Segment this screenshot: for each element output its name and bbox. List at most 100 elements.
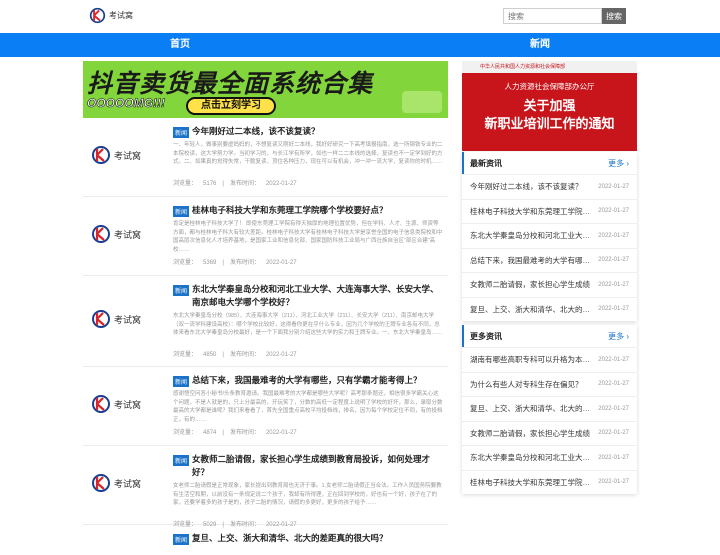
- news-title[interactable]: 湖南有哪些高职专科可以升格为本科？: [470, 354, 592, 365]
- banner-decoration: [402, 91, 442, 113]
- news-row[interactable]: 复旦、上交、浙大和清华、北大的差距真的很大吗？ 2022-01-27: [462, 396, 637, 421]
- article-title[interactable]: 今年刚好过二本线，该不该复读？: [192, 125, 320, 138]
- article-meta: 浏览量： 5369 | 发布时间： 2022-01-27: [173, 257, 443, 266]
- news-row[interactable]: 湖南有哪些高职专科可以升格为本科？ 2022-01-27: [462, 347, 637, 372]
- search-button[interactable]: 搜索: [602, 8, 626, 24]
- meta-divider: |: [222, 181, 224, 187]
- article-thumbnail[interactable]: 考试窝: [91, 304, 151, 334]
- news-row[interactable]: 东北大学秦皇岛分校和河北工业大学哪个学校好？ 2022-01-27: [462, 223, 637, 248]
- news-title[interactable]: 女教师二胎请假，家长担心学生成绩: [470, 279, 592, 290]
- thumbnail-text: 考试窝: [114, 150, 142, 161]
- news-date: 2022-01-27: [598, 454, 629, 461]
- thumbnail-text: 考试窝: [114, 478, 142, 489]
- article-thumbnail[interactable]: 考试窝: [91, 140, 151, 170]
- views-count: 5176: [203, 181, 217, 187]
- more-link[interactable]: 更多 ›: [608, 158, 629, 169]
- news-row[interactable]: 桂林电子科技大学和东莞理工学院哪个学校要好点？ 2022-01-27: [462, 469, 637, 495]
- views-label: 浏览量：: [173, 181, 198, 187]
- news-date: 2022-01-27: [598, 381, 629, 388]
- news-date: 2022-01-27: [598, 232, 629, 239]
- news-row[interactable]: 桂林电子科技大学和东莞理工学院哪个学校要好点？ 2022-01-27: [462, 198, 637, 224]
- category-badge: 新闻: [173, 285, 190, 296]
- banner-tagline: OOOOOMG!!!: [87, 96, 166, 111]
- banner-org: 中华人民共和国人力资源和社会保障部: [462, 61, 637, 73]
- banner-headline-2: 新职业培训工作的通知: [484, 116, 615, 131]
- news-title[interactable]: 今年刚好过二本线，该不该复读？: [470, 181, 592, 192]
- banner-cta-button[interactable]: 点击立刻学习: [186, 97, 276, 115]
- news-title[interactable]: 桂林电子科技大学和东莞理工学院哪个学校要好点？: [470, 206, 592, 217]
- article-item[interactable]: 考试窝 新闻 总结下来，我国最难考的大学有哪些，只有学霸才能考得上？ 感谢悟空问…: [83, 367, 448, 446]
- news-row[interactable]: 总结下来，我国最难考的大学有哪些？ 2022-01-27: [462, 247, 637, 273]
- news-date: 2022-01-27: [598, 356, 629, 363]
- views-label: 浏览量：: [173, 352, 198, 358]
- logo-icon: [91, 145, 111, 165]
- news-title[interactable]: 复旦、上交、浙大和清华、北大的差距真的很大吗？: [470, 403, 592, 414]
- publish-date: 2022-01-27: [265, 352, 297, 358]
- category-badge: 新闻: [173, 206, 190, 217]
- article-title[interactable]: 总结下来，我国最难考的大学有哪些，只有学霸才能考得上？: [192, 374, 422, 387]
- nav-item-news[interactable]: 新闻: [360, 33, 720, 57]
- news-title[interactable]: 女教师二胎请假，家长担心学生成绩: [470, 428, 592, 439]
- article-meta: 浏览量： 4874 | 发布时间： 2022-01-27: [173, 427, 443, 436]
- banner-headline-1: 关于加强: [523, 98, 576, 113]
- date-label: 发布时间：: [229, 352, 260, 358]
- article-title[interactable]: 桂林电子科技大学和东莞理工学院哪个学校要好点？: [192, 204, 388, 217]
- top-bar: 考试窝 搜索: [0, 0, 720, 33]
- news-row[interactable]: 复旦、上交、浙大和清华、北大的差距真的很大吗？ 2022-01-27: [462, 296, 637, 322]
- views-count: 4850: [203, 352, 217, 358]
- news-title[interactable]: 东北大学秦皇岛分校和河北工业大学哪个学校好？: [470, 230, 592, 241]
- article-item[interactable]: 考试窝 新闻 今年刚好过二本线，该不该复读？ 一、年轻人，做事别要虚妈妈的，不想…: [83, 118, 448, 197]
- news-date: 2022-01-27: [598, 208, 629, 215]
- search-input[interactable]: [503, 8, 602, 24]
- article-item[interactable]: 考试窝 新闻 东北大学秦皇岛分校和河北工业大学、大连海事大学、长安大学、南京邮电…: [83, 276, 448, 367]
- article-thumbnail[interactable]: 考试窝: [91, 389, 151, 419]
- news-row[interactable]: 为什么有些人对专科生存在偏见？ 2022-01-27: [462, 371, 637, 397]
- article-item[interactable]: 新闻 复旦、上交、浙大和清华、北大的差距真的很大吗？: [83, 525, 448, 555]
- latest-news-box: 最新资讯 更多 › 今年刚好过二本线，该不该复读？ 2022-01-27 桂林电子…: [462, 152, 637, 321]
- thumbnail-text: 考试窝: [114, 229, 142, 240]
- views-count: 4874: [203, 430, 217, 436]
- banner-subtitle: 人力资源社会保障部办公厅: [504, 82, 595, 91]
- article-title[interactable]: 东北大学秦皇岛分校和河北工业大学、大连海事大学、长安大学、南京邮电大学哪个学校好…: [192, 283, 443, 309]
- news-title[interactable]: 桂林电子科技大学和东莞理工学院哪个学校要好点？: [470, 477, 592, 488]
- article-item[interactable]: 考试窝 新闻 女教师二胎请假，家长担心学生成绩到教育局投诉，如何处理才好？ 女老…: [83, 446, 448, 528]
- article-thumbnail[interactable]: 考试窝: [91, 468, 151, 498]
- meta-divider: |: [222, 260, 224, 266]
- news-title[interactable]: 复旦、上交、浙大和清华、北大的差距真的很大吗？: [470, 304, 592, 315]
- box-header: 最新资讯 更多 ›: [462, 152, 637, 174]
- news-date: 2022-01-27: [598, 257, 629, 264]
- box-title: 最新资讯: [470, 159, 502, 168]
- article-meta: 浏览量： 5176 | 发布时间： 2022-01-27: [173, 178, 443, 187]
- news-row[interactable]: 女教师二胎请假，家长担心学生成绩 2022-01-27: [462, 420, 637, 446]
- article-excerpt: 一、年轻人，做事别要虚妈妈的，不想复读又刚好二本线，我好好研究一下高考填报指南，…: [173, 142, 443, 165]
- news-date: 2022-01-27: [598, 306, 629, 313]
- news-row[interactable]: 东北大学秦皇岛分校和河北工业大学哪个学校好？ 2022-01-27: [462, 445, 637, 470]
- thumbnail-text: 考试窝: [114, 399, 142, 410]
- promo-banner[interactable]: 抖音卖货最全面系统合集 OOOOOMG!!! 点击立刻学习: [83, 61, 448, 118]
- news-title[interactable]: 总结下来，我国最难考的大学有哪些？: [470, 255, 592, 266]
- box-header: 更多资讯 更多 ›: [462, 325, 637, 347]
- logo-icon: [91, 224, 111, 244]
- nav-item-home[interactable]: 首页: [0, 33, 360, 57]
- more-link[interactable]: 更多 ›: [608, 331, 629, 342]
- article-title[interactable]: 女教师二胎请假，家长担心学生成绩到教育局投诉，如何处理才好？: [192, 453, 443, 479]
- news-date: 2022-01-27: [598, 479, 629, 486]
- publish-date: 2022-01-27: [265, 181, 297, 187]
- news-title[interactable]: 东北大学秦皇岛分校和河北工业大学哪个学校好？: [470, 452, 592, 463]
- category-badge: 新闻: [173, 455, 190, 466]
- article-thumbnail[interactable]: 考试窝: [91, 219, 151, 249]
- logo-text: 考试窝: [109, 11, 133, 20]
- news-row[interactable]: 今年刚好过二本线，该不该复读？ 2022-01-27: [462, 174, 637, 199]
- policy-banner[interactable]: 中华人民共和国人力资源和社会保障部 人力资源社会保障部办公厅 关于加强 新职业培…: [462, 61, 637, 151]
- article-title[interactable]: 复旦、上交、浙大和清华、北大的差距真的很大吗？: [192, 532, 388, 545]
- thumbnail-text: 考试窝: [114, 314, 142, 325]
- site-logo[interactable]: 考试窝: [89, 7, 133, 24]
- views-count: 5369: [203, 260, 217, 266]
- article-item[interactable]: 考试窝 新闻 桂林电子科技大学和东莞理工学院哪个学校要好点？ 肯定是桂林电子科技…: [83, 197, 448, 276]
- article-excerpt: 女老师二胎请假是正常现象，家长提出到教育局也无济于事。1.女老师二胎请假正当合法…: [173, 483, 442, 506]
- search-form: 搜索: [503, 8, 626, 24]
- news-row[interactable]: 女教师二胎请假，家长担心学生成绩 2022-01-27: [462, 272, 637, 297]
- main-nav: 首页 新闻: [0, 33, 720, 57]
- publish-date: 2022-01-27: [265, 430, 297, 436]
- news-title[interactable]: 为什么有些人对专科生存在偏见？: [470, 379, 592, 390]
